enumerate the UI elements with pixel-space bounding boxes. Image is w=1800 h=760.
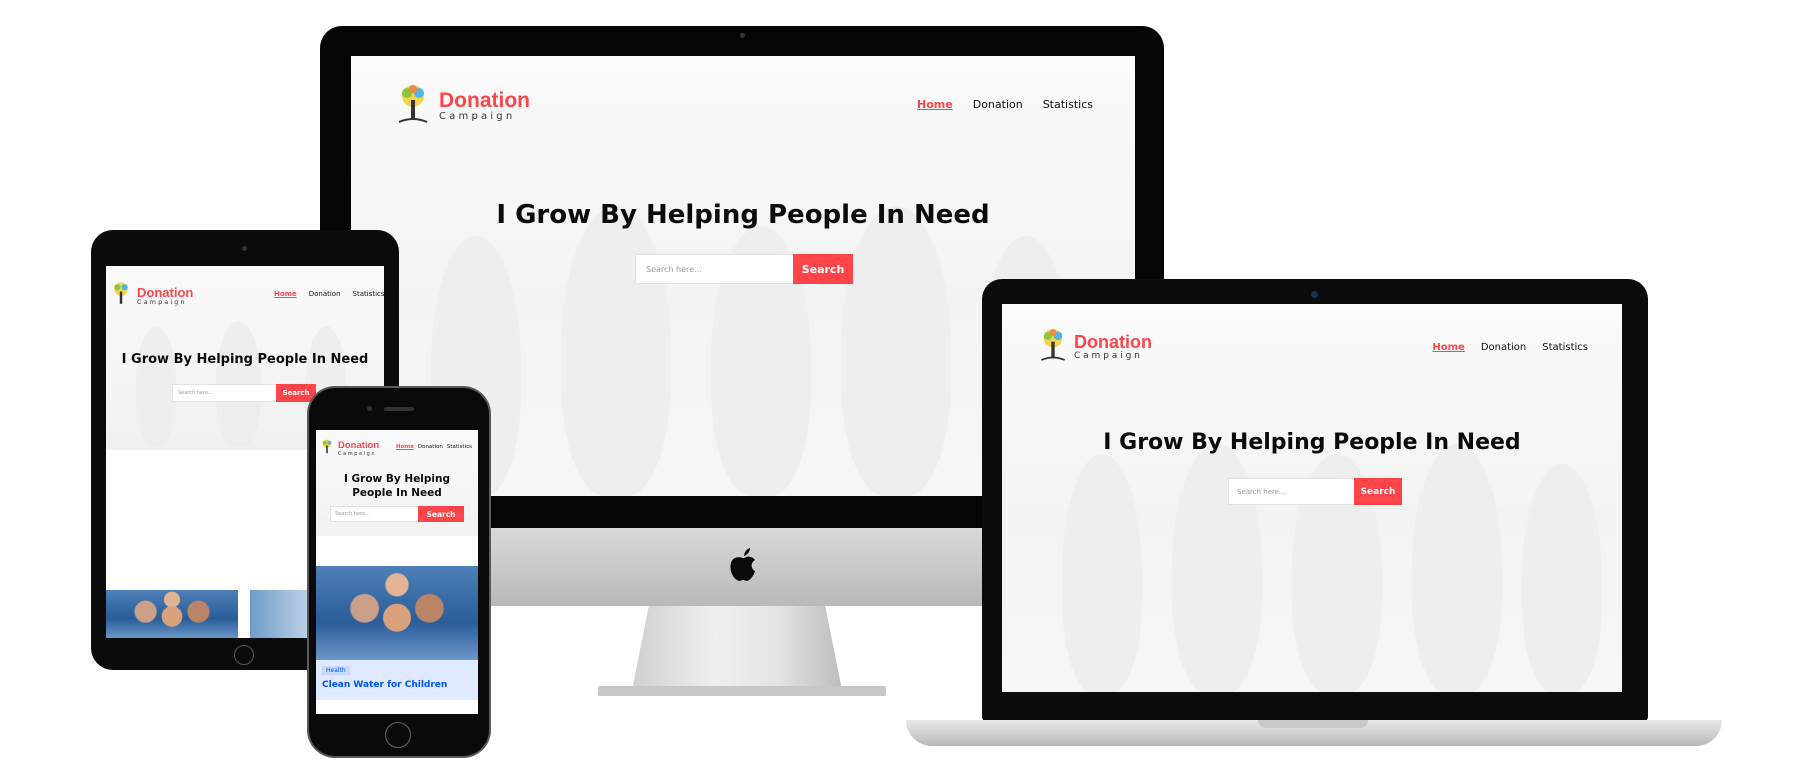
search-input[interactable]: Search here...: [172, 384, 276, 402]
tree-logo-icon: [320, 438, 334, 460]
search-button[interactable]: Search: [276, 384, 316, 402]
brand-name: Donation: [1074, 331, 1152, 352]
search-bar: Search here... Search: [635, 254, 853, 284]
nav-donation[interactable]: Donation: [309, 290, 341, 298]
iphone-camera: [367, 406, 372, 411]
tree-logo-icon: [110, 280, 132, 312]
iphone-home-button[interactable]: [385, 722, 411, 748]
iphone-speaker: [384, 407, 414, 411]
brand-subtitle: Campaign: [338, 450, 377, 457]
apple-logo-icon: [726, 546, 760, 590]
nav-donation[interactable]: Donation: [418, 444, 443, 450]
site-logo[interactable]: Donation Campaign: [320, 438, 379, 460]
imac-stand: [632, 606, 842, 690]
macbook-screen: Donation Campaign Home Donation Statisti…: [1002, 304, 1622, 692]
nav-statistics[interactable]: Statistics: [353, 290, 384, 298]
main-nav: Home Donation Statistics: [917, 98, 1093, 111]
search-input[interactable]: Search here...: [330, 506, 418, 522]
brand-name: Donation: [338, 440, 380, 452]
search-bar: Search here... Search: [172, 384, 316, 402]
nav-statistics[interactable]: Statistics: [447, 444, 472, 450]
search-input[interactable]: Search here...: [635, 254, 793, 284]
brand-name: Donation: [137, 284, 194, 300]
brand-subtitle: Campaign: [439, 110, 516, 122]
hero-title: I Grow By Helping People In Need: [1103, 430, 1521, 455]
site-logo[interactable]: Donation Campaign: [1038, 326, 1152, 368]
nav-home[interactable]: Home: [396, 444, 414, 450]
hero-title: I Grow By Helping People In Need: [121, 352, 369, 367]
hero-title: I Grow By Helping People In Need: [496, 200, 990, 230]
brand-subtitle: Campaign: [137, 297, 187, 306]
brand-name: Donation: [439, 88, 530, 112]
main-nav: Home Donation Statistics: [396, 444, 472, 450]
main-nav: Home Donation Statistics: [1432, 342, 1588, 353]
macbook-camera: [1311, 291, 1318, 298]
imac-camera: [740, 33, 745, 38]
tree-logo-icon: [395, 82, 431, 130]
nav-home[interactable]: Home: [1432, 342, 1464, 353]
card-image[interactable]: [106, 590, 238, 638]
nav-home[interactable]: Home: [274, 290, 297, 298]
search-button[interactable]: Search: [1354, 478, 1402, 505]
search-button[interactable]: Search: [793, 254, 853, 284]
search-input[interactable]: Search here...: [1228, 478, 1354, 505]
card-title: Clean Water for Children: [322, 680, 448, 690]
nav-donation[interactable]: Donation: [1481, 342, 1526, 353]
donation-card[interactable]: Health Clean Water for Children: [316, 660, 478, 700]
nav-donation[interactable]: Donation: [973, 98, 1023, 111]
main-nav: Home Donation Statistics: [274, 290, 384, 298]
card-image[interactable]: [316, 566, 478, 660]
brand-subtitle: Campaign: [1074, 350, 1143, 361]
iphone-screen: Donation Campaign Home Donation Statisti…: [316, 430, 478, 714]
card-category-badge: Health: [322, 666, 350, 675]
search-bar: Search here... Search: [1228, 478, 1402, 505]
ipad-home-button[interactable]: [234, 645, 254, 665]
imac-base: [598, 686, 886, 696]
nav-statistics[interactable]: Statistics: [1043, 98, 1093, 111]
nav-home[interactable]: Home: [917, 98, 953, 111]
nav-statistics[interactable]: Statistics: [1542, 342, 1588, 353]
search-bar: Search here... Search: [330, 506, 464, 522]
macbook-notch: [1258, 720, 1368, 728]
site-logo[interactable]: Donation Campaign: [110, 280, 193, 312]
ipad-camera: [242, 246, 247, 251]
tree-logo-icon: [1038, 326, 1068, 368]
hero-title: I Grow By Helping People In Need: [343, 473, 451, 499]
search-button[interactable]: Search: [418, 506, 464, 522]
site-logo[interactable]: Donation Campaign: [395, 82, 530, 130]
